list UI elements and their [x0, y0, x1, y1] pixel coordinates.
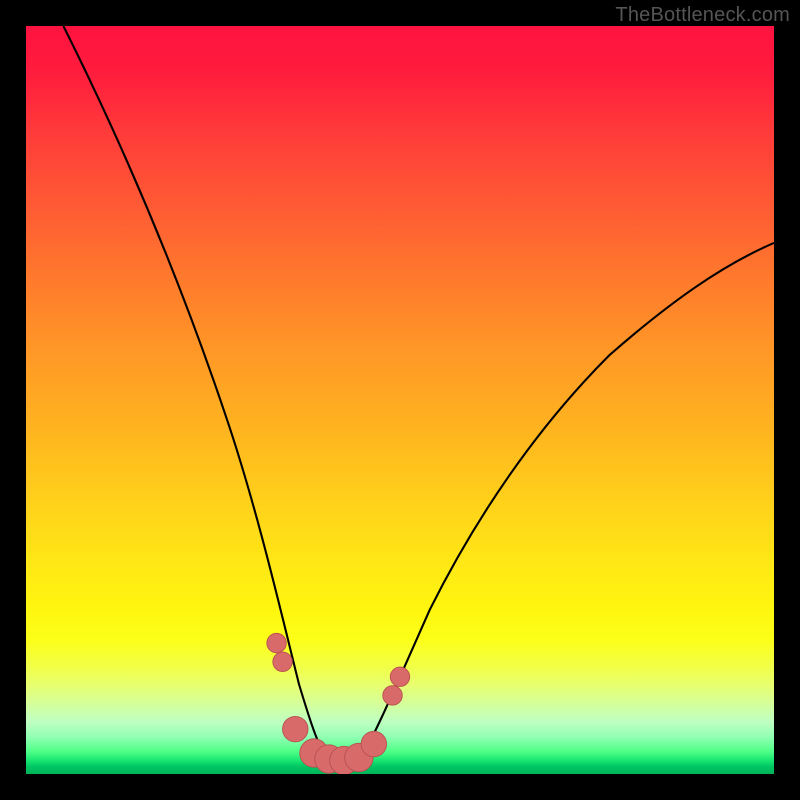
marker — [283, 716, 308, 741]
marker-group — [267, 633, 410, 774]
chart-frame: TheBottleneck.com — [0, 0, 800, 800]
marker — [383, 686, 402, 705]
curves-layer — [26, 26, 774, 774]
right-curve — [363, 243, 774, 755]
plot-area — [26, 26, 774, 774]
marker — [273, 652, 292, 671]
marker — [267, 633, 286, 652]
marker — [390, 667, 409, 686]
watermark-text: TheBottleneck.com — [615, 4, 790, 27]
marker — [361, 731, 386, 756]
